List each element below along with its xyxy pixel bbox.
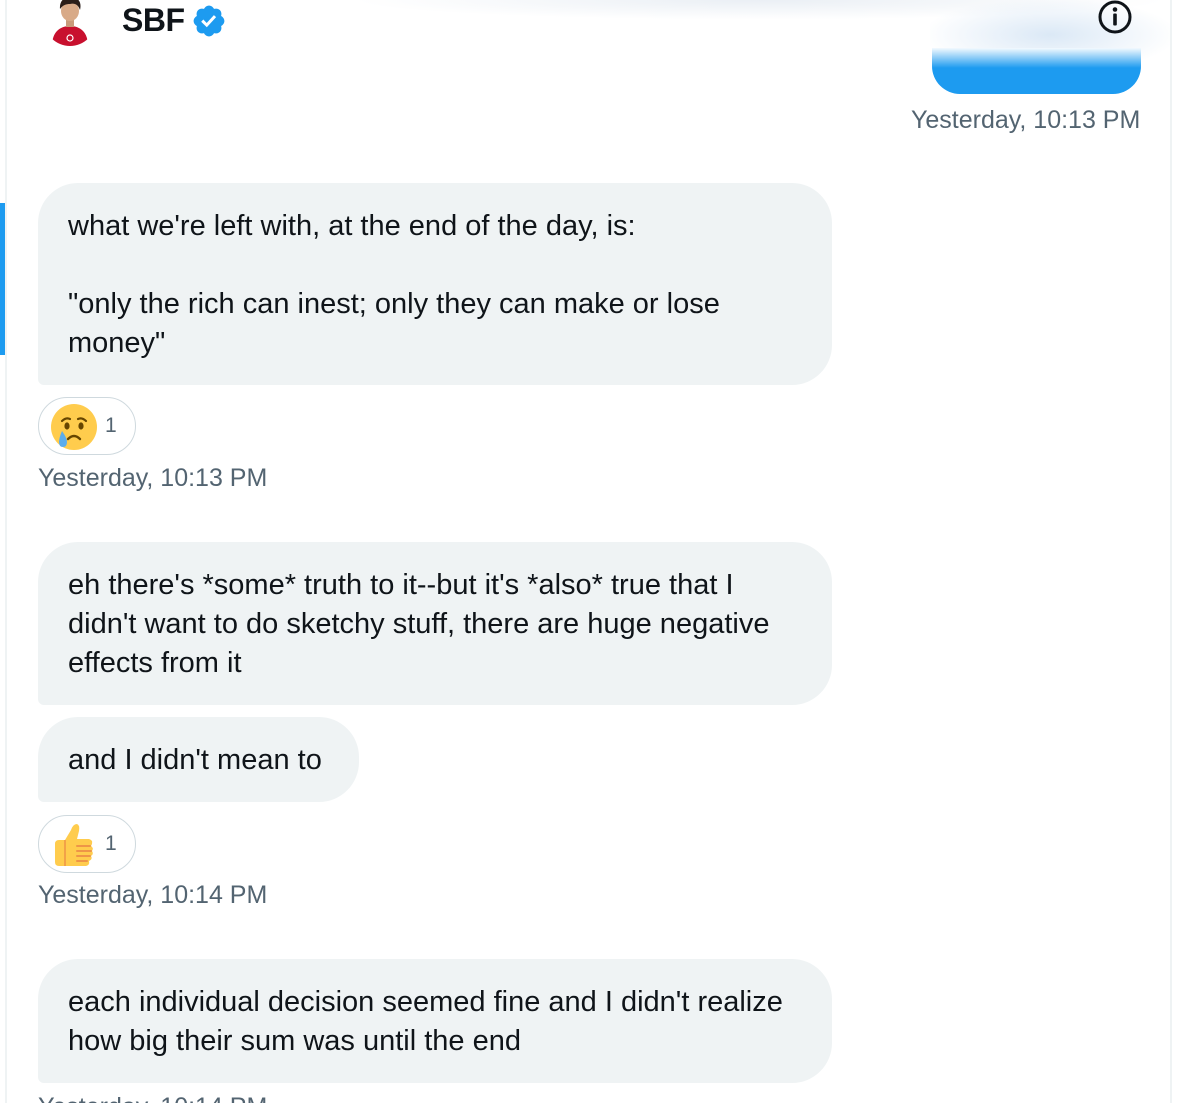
reaction-pill[interactable]: 1 xyxy=(38,815,136,873)
thumbs-up-icon xyxy=(55,824,93,866)
message-text-line: eh there's *some* truth to it--but it's … xyxy=(68,569,734,601)
verified-badge-icon xyxy=(193,5,225,37)
info-icon xyxy=(1098,0,1132,34)
message-text-line: what we're left with, at the end of the … xyxy=(68,210,636,242)
message-timestamp: Yesterday, 10:13 PM xyxy=(911,106,1141,134)
message-timestamp: Yesterday, 10:14 PM xyxy=(38,881,268,909)
reaction-count: 1 xyxy=(105,414,117,437)
message-text-line: effects from it xyxy=(68,647,242,679)
received-message-bubble[interactable]: and I didn't mean to xyxy=(38,717,359,802)
user-avatar-icon xyxy=(44,0,96,46)
right-border xyxy=(1170,0,1172,1103)
sent-message-bubble[interactable] xyxy=(932,48,1141,94)
message-text-line: didn't want to do sketchy stuff, there a… xyxy=(68,608,770,640)
focus-indicator xyxy=(0,203,5,355)
message-text-line: money" xyxy=(68,327,166,359)
received-message-bubble[interactable]: what we're left with, at the end of the … xyxy=(38,183,832,385)
received-message-bubble[interactable]: each individual decision seemed fine and… xyxy=(38,959,832,1083)
message-timestamp: Yesterday, 10:13 PM xyxy=(38,464,268,492)
message-text-line: and I didn't mean to xyxy=(68,744,322,776)
message-timestamp: Yesterday, 10:14 PM xyxy=(38,1092,267,1103)
left-border xyxy=(5,0,7,1103)
message-text-line: how big their sum was until the end xyxy=(68,1025,521,1057)
crying-face-icon xyxy=(51,404,97,450)
message-text-line: each individual decision seemed fine and… xyxy=(68,986,783,1018)
reaction-count: 1 xyxy=(105,832,117,855)
message-text-line: "only the rich can inest; only they can … xyxy=(68,288,720,320)
info-button[interactable] xyxy=(1096,0,1134,36)
avatar[interactable] xyxy=(44,0,96,46)
conversation-title: SBF xyxy=(122,2,185,38)
reaction-pill[interactable]: 1 xyxy=(38,397,136,455)
dm-conversation: SBF Yesterday, 10:13 PM what we're left … xyxy=(0,0,1200,1103)
received-message-bubble[interactable]: eh there's *some* truth to it--but it's … xyxy=(38,542,832,705)
